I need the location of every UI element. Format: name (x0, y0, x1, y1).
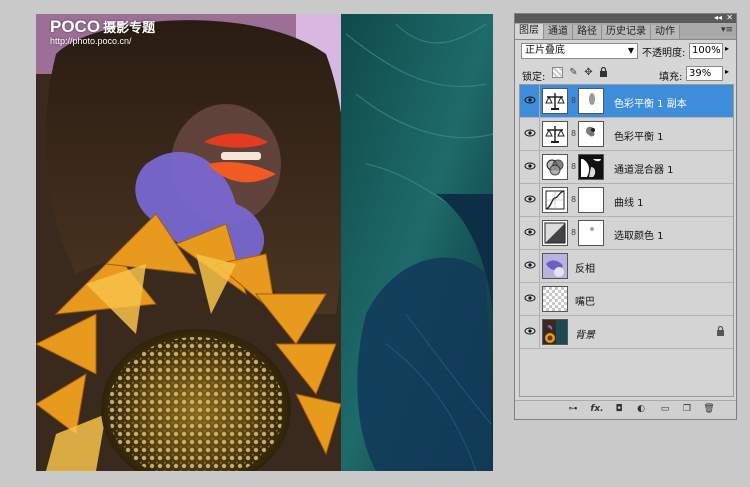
divider (539, 316, 540, 348)
layers-list: 8 色彩平衡 1 副本 8 色彩平衡 1 8 通道混合器 1 8 曲线 1 8 … (519, 84, 734, 397)
blend-mode-value: 正片叠底 (525, 45, 565, 56)
layer-row[interactable]: 反相 (520, 250, 733, 283)
divider (539, 283, 540, 315)
transparent-layer-thumbnail[interactable] (542, 286, 568, 312)
lock-label: 锁定: (522, 72, 546, 83)
fill-label: 填充: (659, 72, 683, 83)
visibility-eye-icon[interactable] (524, 127, 536, 139)
tab-paths[interactable]: 路径 (573, 25, 602, 39)
tab-history[interactable]: 历史记录 (602, 25, 651, 39)
layer-mask-thumbnail[interactable] (578, 88, 604, 114)
watermark-brand-cn: 摄影专题 (103, 20, 156, 35)
divider (539, 118, 540, 150)
visibility-eye-icon[interactable] (524, 94, 536, 106)
artwork-image (36, 14, 493, 471)
close-icon[interactable]: ✕ (726, 13, 733, 23)
divider (539, 184, 540, 216)
layer-name[interactable]: 曲线 1 (614, 194, 644, 209)
add-mask-icon[interactable]: ◘ (613, 404, 625, 415)
layer-row[interactable]: 8 选取颜色 1 (520, 217, 733, 250)
visibility-eye-icon[interactable] (524, 325, 536, 337)
visibility-eye-icon[interactable] (524, 226, 536, 238)
layer-name[interactable]: 色彩平衡 1 副本 (614, 95, 687, 110)
background-thumbnail[interactable] (542, 319, 568, 345)
layer-mask-thumbnail[interactable] (578, 220, 604, 246)
color-balance-icon[interactable] (542, 88, 568, 114)
layer-name[interactable]: 色彩平衡 1 (614, 128, 664, 143)
blend-row: 正片叠底 ▼ 不透明度: 100% ▸ (519, 43, 734, 61)
fill-input[interactable]: 39% (686, 66, 723, 81)
lock-move-icon[interactable]: ✥ (583, 67, 594, 78)
divider (539, 217, 540, 249)
visibility-eye-icon[interactable] (524, 160, 536, 172)
chain-link-icon[interactable]: 8 (571, 162, 576, 171)
selective-color-icon[interactable] (542, 220, 568, 246)
divider (539, 151, 540, 183)
chain-link-icon[interactable]: 8 (571, 96, 576, 105)
chain-link-icon[interactable]: 8 (571, 129, 576, 138)
layer-row[interactable]: 8 色彩平衡 1 副本 (520, 85, 733, 118)
panel-menu-icon[interactable]: ▾≡ (721, 25, 733, 35)
channel-mixer-icon[interactable] (542, 154, 568, 180)
layers-panel: ◂◂ ✕ 图层 通道 路径 历史记录 动作 ▾≡ 正片叠底 ▼ 不透明度: 10… (514, 13, 737, 420)
fill-slider-arrow-icon[interactable]: ▸ (725, 67, 729, 76)
lock-all-icon[interactable] (598, 66, 609, 78)
layer-name[interactable]: 嘴巴 (575, 293, 595, 308)
collapse-icon[interactable]: ◂◂ (714, 13, 722, 23)
panel-footer: ⊶ fx. ◘ ◐ ▭ ❐ 🗑 (515, 400, 736, 419)
divider (539, 250, 540, 282)
lock-icon (717, 326, 724, 336)
document-canvas[interactable]: POCO 摄影专题 http://photo.poco.cn/ (36, 14, 493, 471)
trash-icon[interactable]: 🗑 (703, 404, 715, 415)
divider (539, 85, 540, 117)
lock-row: 锁定: ✎ ✥ 填充: 39% ▸ (519, 66, 734, 83)
layer-mask-thumbnail[interactable] (578, 121, 604, 147)
adjustment-layer-icon[interactable]: ◐ (635, 404, 647, 415)
layer-mask-thumbnail[interactable] (578, 187, 604, 213)
lock-brush-icon[interactable]: ✎ (568, 67, 579, 78)
visibility-eye-icon[interactable] (524, 193, 536, 205)
dropdown-arrow-icon: ▼ (627, 46, 634, 55)
visibility-eye-icon[interactable] (524, 259, 536, 271)
new-layer-icon[interactable]: ❐ (681, 404, 693, 415)
layer-mask-thumbnail[interactable] (578, 154, 604, 180)
panel-tabs: 图层 通道 路径 历史记录 动作 ▾≡ (515, 23, 736, 40)
layer-row[interactable]: 8 曲线 1 (520, 184, 733, 217)
tab-channels[interactable]: 通道 (544, 25, 573, 39)
tab-actions[interactable]: 动作 (651, 25, 680, 39)
color-balance-icon[interactable] (542, 121, 568, 147)
watermark-brand: POCO (50, 17, 101, 36)
layer-row[interactable]: 背景 (520, 316, 733, 349)
blend-mode-select[interactable]: 正片叠底 ▼ (521, 43, 638, 59)
layer-name[interactable]: 背景 (575, 326, 595, 341)
watermark: POCO 摄影专题 http://photo.poco.cn/ (50, 18, 155, 46)
opacity-slider-arrow-icon[interactable]: ▸ (725, 44, 729, 53)
fx-icon[interactable]: fx. (589, 404, 605, 415)
watermark-url: http://photo.poco.cn/ (50, 36, 132, 46)
chain-link-icon[interactable]: 8 (571, 228, 576, 237)
visibility-eye-icon[interactable] (524, 292, 536, 304)
layer-name[interactable]: 反相 (575, 260, 595, 275)
link-layers-icon[interactable]: ⊶ (567, 404, 579, 415)
layer-row[interactable]: 嘴巴 (520, 283, 733, 316)
lock-transparent-icon[interactable] (552, 67, 563, 78)
tab-layers[interactable]: 图层 (515, 24, 544, 39)
panel-titlebar[interactable]: ◂◂ ✕ (515, 13, 736, 23)
layer-name[interactable]: 通道混合器 1 (614, 161, 674, 176)
new-group-icon[interactable]: ▭ (659, 404, 671, 415)
chain-link-icon[interactable]: 8 (571, 195, 576, 204)
opacity-input[interactable]: 100% (689, 43, 723, 59)
layer-row[interactable]: 8 色彩平衡 1 (520, 118, 733, 151)
layer-row[interactable]: 8 通道混合器 1 (520, 151, 733, 184)
layer-thumbnail[interactable] (542, 253, 568, 279)
curves-icon[interactable] (542, 187, 568, 213)
layer-name[interactable]: 选取颜色 1 (614, 227, 664, 242)
opacity-label: 不透明度: (642, 48, 686, 59)
